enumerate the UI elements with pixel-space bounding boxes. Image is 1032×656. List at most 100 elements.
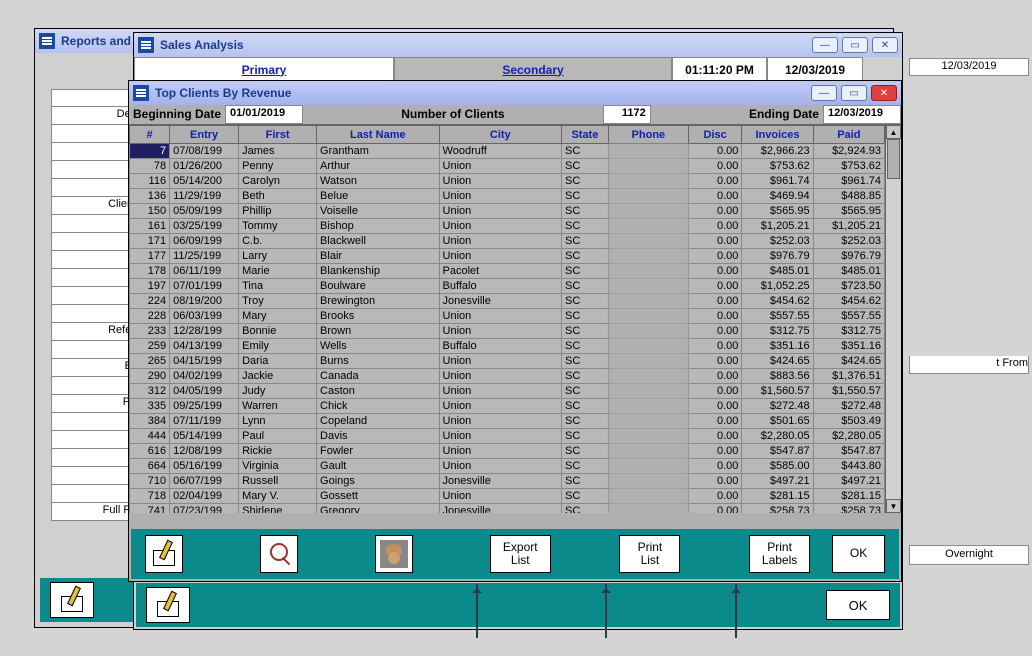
col-header[interactable]: Phone (608, 126, 688, 144)
table-cell: $961.74 (813, 174, 884, 189)
print-labels-button[interactable]: PrintLabels (749, 535, 810, 573)
table-row[interactable]: 19707/01/199TinaBoulwareBuffaloSC0.00$1,… (130, 279, 885, 294)
table-row[interactable]: 13611/29/199BethBelueUnionSC0.00$469.94$… (130, 189, 885, 204)
table-row[interactable]: 22408/19/200TroyBrewingtonJonesvilleSC0.… (130, 294, 885, 309)
table-cell: 78 (130, 159, 170, 174)
table-cell: Woodruff (439, 144, 561, 159)
beginning-date-label: Beginning Date (129, 105, 225, 124)
scroll-thumb[interactable] (887, 139, 900, 179)
table-cell: Union (439, 459, 561, 474)
maximize-button[interactable]: ▭ (842, 37, 868, 53)
table-cell: SC (562, 174, 609, 189)
table-row[interactable]: 15005/09/199PhillipVoiselleUnionSC0.00$5… (130, 204, 885, 219)
vertical-scrollbar[interactable]: ▲ ▼ (885, 125, 901, 513)
table-row[interactable]: 11605/14/200CarolynWatsonUnionSC0.00$961… (130, 174, 885, 189)
table-row[interactable]: 17806/11/199MarieBlankenshipPacoletSC0.0… (130, 264, 885, 279)
table-cell: Penny (239, 159, 317, 174)
table-cell: $557.55 (742, 309, 813, 324)
table-cell: 335 (130, 399, 170, 414)
edit-icon-button[interactable] (146, 587, 190, 623)
table-cell: $547.87 (813, 444, 884, 459)
table-row[interactable]: 17711/25/199LarryBlairUnionSC0.00$976.79… (130, 249, 885, 264)
export-list-button[interactable]: ExportList (490, 535, 551, 573)
table-row[interactable]: 22806/03/199MaryBrooksUnionSC0.00$557.55… (130, 309, 885, 324)
ok-button[interactable]: OK (832, 535, 885, 573)
tab-primary[interactable]: Primary (134, 57, 394, 82)
table-row[interactable]: 44405/14/199PaulDavisUnionSC0.00$2,280.0… (130, 429, 885, 444)
time-display: 01:11:20 PM (672, 57, 767, 82)
edit-icon-button[interactable] (145, 535, 183, 573)
table-row[interactable]: 71006/07/199RussellGoingsJonesvilleSC0.0… (130, 474, 885, 489)
table-cell: 02/04/199 (170, 489, 239, 504)
table-cell: Larry (239, 249, 317, 264)
table-cell: SC (562, 264, 609, 279)
number-clients-label: Number of Clients (397, 105, 508, 124)
table-cell: SC (562, 399, 609, 414)
col-header[interactable]: Invoices (742, 126, 813, 144)
table-row[interactable]: 61612/08/199RickieFowlerUnionSC0.00$547.… (130, 444, 885, 459)
table-cell: 07/11/199 (170, 414, 239, 429)
col-header[interactable]: State (562, 126, 609, 144)
minimize-button[interactable]: — (812, 37, 838, 53)
table-cell (608, 159, 688, 174)
table-cell: 0.00 (688, 399, 741, 414)
table-row[interactable]: 33509/25/199WarrenChickUnionSC0.00$272.4… (130, 399, 885, 414)
table-cell: Union (439, 204, 561, 219)
table-row[interactable]: 7801/26/200PennyArthurUnionSC0.00$753.62… (130, 159, 885, 174)
table-row[interactable]: 38407/11/199LynnCopelandUnionSC0.00$501.… (130, 414, 885, 429)
scroll-down-arrow[interactable]: ▼ (886, 499, 901, 513)
date-display: 12/03/2019 (767, 57, 863, 82)
col-header[interactable]: Last Name (317, 126, 439, 144)
tab-secondary[interactable]: Secondary (394, 57, 672, 82)
minimize-button[interactable]: — (811, 85, 837, 101)
table-cell: 0.00 (688, 159, 741, 174)
topclients-title: Top Clients By Revenue (155, 86, 811, 100)
edit-icon-button[interactable] (50, 582, 94, 618)
table-row[interactable]: 26504/15/199DariaBurnsUnionSC0.00$424.65… (130, 354, 885, 369)
table-row[interactable]: 71802/04/199Mary V.GossettUnionSC0.00$28… (130, 489, 885, 504)
print-list-button[interactable]: PrintList (619, 535, 680, 573)
table-row[interactable]: 66405/16/199VirginiaGaultUnionSC0.00$585… (130, 459, 885, 474)
table-cell: 07/08/199 (170, 144, 239, 159)
close-button[interactable]: ✕ (871, 85, 897, 101)
table-row[interactable]: 707/08/199JamesGranthamWoodruffSC0.00$2,… (130, 144, 885, 159)
col-header[interactable]: Disc (688, 126, 741, 144)
col-header[interactable]: Entry (170, 126, 239, 144)
clients-table[interactable]: #EntryFirstLast NameCityStatePhoneDiscIn… (129, 125, 885, 513)
table-cell: $1,205.21 (813, 219, 884, 234)
table-row[interactable]: 25904/13/199EmilyWellsBuffaloSC0.00$351.… (130, 339, 885, 354)
table-cell: $753.62 (742, 159, 813, 174)
table-row[interactable]: 31204/05/199JudyCastonUnionSC0.00$1,560.… (130, 384, 885, 399)
right-date-cell: 12/03/2019 (909, 58, 1029, 76)
detective-icon-button[interactable] (375, 535, 413, 573)
col-header[interactable]: First (239, 126, 317, 144)
topclients-titlebar[interactable]: Top Clients By Revenue — ▭ ✕ (129, 81, 901, 105)
table-row[interactable]: 17106/09/199C.b.BlackwellUnionSC0.00$252… (130, 234, 885, 249)
table-row[interactable]: 23312/28/199BonnieBrownUnionSC0.00$312.7… (130, 324, 885, 339)
maximize-button[interactable]: ▭ (841, 85, 867, 101)
col-header[interactable]: Paid (813, 126, 884, 144)
table-row[interactable]: 29004/02/199JackieCanadaUnionSC0.00$883.… (130, 369, 885, 384)
col-header[interactable]: City (439, 126, 561, 144)
col-header[interactable]: # (130, 126, 170, 144)
table-cell: Brewington (317, 294, 439, 309)
table-cell (608, 444, 688, 459)
right-peek-panel: 12/03/2019 t From (909, 58, 1029, 374)
close-button[interactable]: ✕ (872, 37, 898, 53)
scroll-up-arrow[interactable]: ▲ (886, 125, 901, 139)
table-cell: SC (562, 279, 609, 294)
table-cell: $485.01 (813, 264, 884, 279)
table-cell: Phillip (239, 204, 317, 219)
table-cell: 312 (130, 384, 170, 399)
search-icon-button[interactable] (260, 535, 298, 573)
table-cell: Union (439, 309, 561, 324)
table-cell: $883.56 (742, 369, 813, 384)
table-row[interactable]: 16103/25/199TommyBishopUnionSC0.00$1,205… (130, 219, 885, 234)
table-row[interactable]: 74107/23/199ShirleneGregoryJonesvilleSC0… (130, 504, 885, 514)
table-cell: $252.03 (813, 234, 884, 249)
table-cell (608, 429, 688, 444)
beginning-date-value[interactable]: 01/01/2019 (225, 105, 303, 124)
ok-button[interactable]: OK (826, 590, 890, 620)
ending-date-value[interactable]: 12/03/2019 (823, 105, 901, 124)
sales-titlebar[interactable]: Sales Analysis — ▭ ✕ (134, 33, 902, 57)
